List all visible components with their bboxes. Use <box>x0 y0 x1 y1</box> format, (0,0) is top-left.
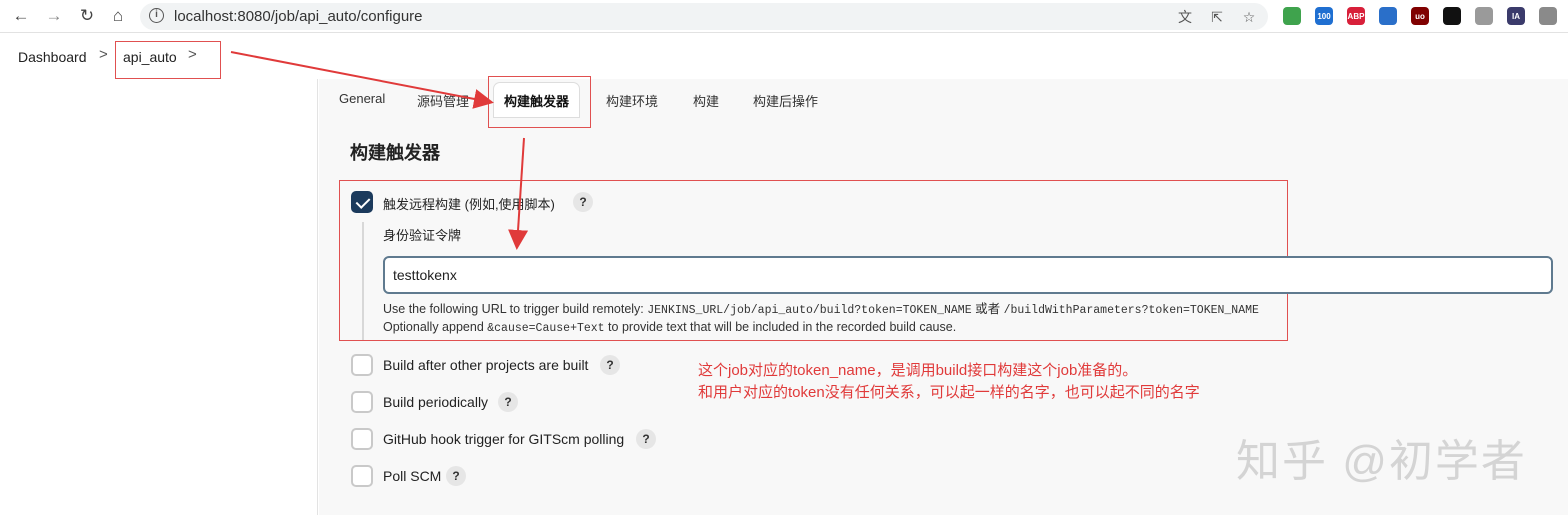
help-icon[interactable]: ? <box>498 392 518 412</box>
cause-hint: Optionally append &cause=Cause+Text to p… <box>383 320 956 335</box>
annotation-line-1: 这个job对应的token_name，是调用build接口构建这个job准备的。 <box>698 362 1138 379</box>
tab-general[interactable]: General <box>339 91 385 106</box>
token-label: 身份验证令牌 <box>383 228 462 243</box>
translate-icon[interactable]: 文 <box>1176 8 1194 26</box>
build-after-other-checkbox[interactable] <box>351 354 373 376</box>
site-info-icon[interactable]: i <box>149 8 164 23</box>
poll-scm-checkbox[interactable] <box>351 465 373 487</box>
ublock-icon[interactable]: uo <box>1411 7 1429 25</box>
breadcrumb-separator: > <box>99 46 108 63</box>
github-hook-label: GitHub hook trigger for GITScm polling <box>383 431 625 447</box>
section-title: 构建触发器 <box>350 143 440 163</box>
hint-code: JENKINS_URL/job/api_auto/build?token=TOK… <box>647 304 972 317</box>
bookmark-star-icon[interactable]: ☆ <box>1240 8 1258 26</box>
breadcrumb: Dashboard > api_auto > <box>0 34 1568 79</box>
nested-indent-bar <box>362 222 364 340</box>
address-bar[interactable]: i localhost:8080/job/api_auto/configure … <box>140 3 1268 30</box>
auth-token-input[interactable] <box>383 256 1553 294</box>
url-text: localhost:8080/job/api_auto/configure <box>174 8 423 25</box>
forward-icon[interactable]: → <box>43 5 65 27</box>
github-hook-checkbox[interactable] <box>351 428 373 450</box>
build-periodically-label: Build periodically <box>383 394 489 410</box>
ia-icon[interactable]: IA <box>1507 7 1525 25</box>
poll-scm-label: Poll SCM <box>383 468 442 484</box>
hint-text: 或者 <box>971 302 1004 316</box>
help-icon[interactable]: ? <box>636 429 656 449</box>
back-icon[interactable]: ← <box>10 5 32 27</box>
hint-code: &cause=Cause+Text <box>487 322 605 335</box>
browser-toolbar: ← → ↻ ⌂ i localhost:8080/job/api_auto/co… <box>0 0 1568 33</box>
hint-text: Use the following URL to trigger build r… <box>383 302 648 316</box>
adblock-plus-icon[interactable]: ABP <box>1347 7 1365 25</box>
remote-trigger-label: 触发远程构建 (例如,使用脚本) <box>383 197 555 212</box>
hint-text: to provide text that will be included in… <box>604 320 957 334</box>
highlight-box-tab <box>488 76 591 128</box>
help-icon[interactable]: ? <box>600 355 620 375</box>
hopper-icon[interactable] <box>1379 7 1397 25</box>
tab-build-environment[interactable]: 构建环境 <box>606 91 658 110</box>
feather-icon[interactable] <box>1475 7 1493 25</box>
adguard-icon[interactable] <box>1283 7 1301 25</box>
highlight-box-job <box>115 41 221 79</box>
watermark: 知乎 @初学者 <box>1236 437 1527 486</box>
hint-text: Optionally append <box>383 320 488 334</box>
share-icon[interactable]: ⇱ <box>1208 8 1226 26</box>
trigger-url-hint: Use the following URL to trigger build r… <box>383 298 1259 317</box>
tab-scm[interactable]: 源码管理 <box>417 91 469 110</box>
build-after-other-label: Build after other projects are built <box>383 357 589 373</box>
breadcrumb-dashboard[interactable]: Dashboard <box>18 49 87 65</box>
left-sidebar <box>0 79 318 515</box>
key-icon[interactable] <box>1443 7 1461 25</box>
remote-trigger-checkbox[interactable] <box>351 191 373 213</box>
hint-code: /buildWithParameters?token=TOKEN_NAME <box>1003 304 1259 317</box>
tab-post-build[interactable]: 构建后操作 <box>753 91 818 110</box>
help-icon[interactable]: ? <box>446 466 466 486</box>
tab-build[interactable]: 构建 <box>693 91 719 110</box>
counter-icon[interactable]: 100 <box>1315 7 1333 25</box>
image-icon[interactable] <box>1539 7 1557 25</box>
help-icon[interactable]: ? <box>573 192 593 212</box>
reload-icon[interactable]: ↻ <box>76 5 98 27</box>
build-periodically-checkbox[interactable] <box>351 391 373 413</box>
home-icon[interactable]: ⌂ <box>107 5 129 27</box>
annotation-line-2: 和用户对应的token没有任何关系，可以起一样的名字，也可以起不同的名字 <box>698 384 1200 401</box>
